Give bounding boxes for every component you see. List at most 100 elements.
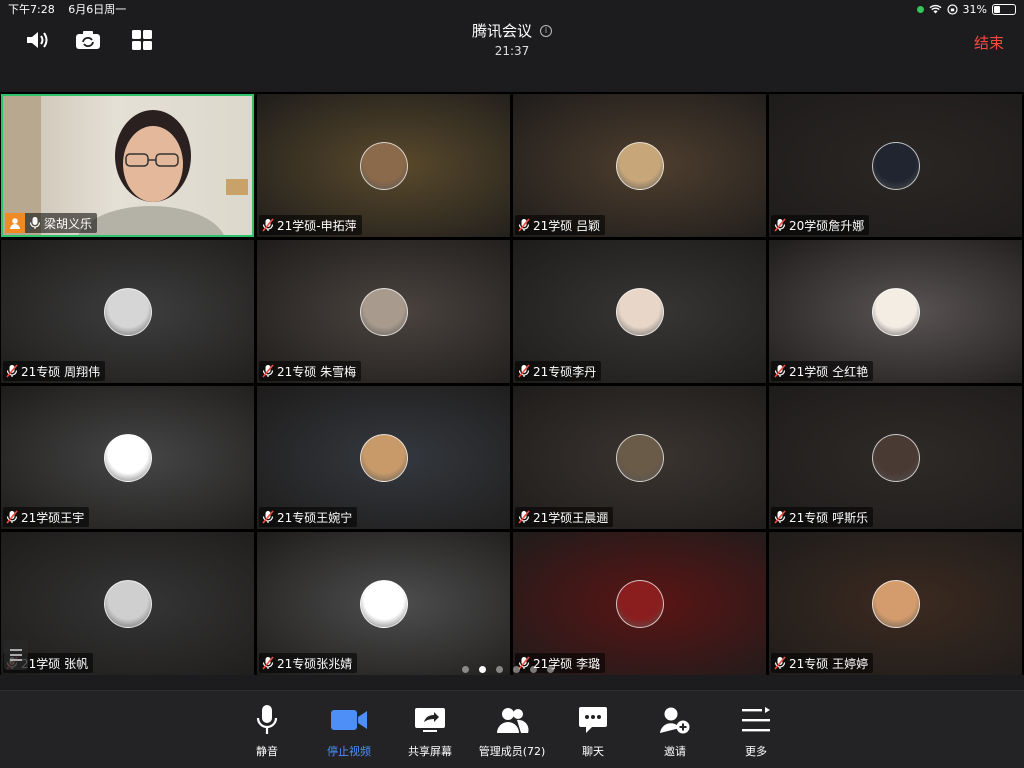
status-date: 6月6日周一	[68, 3, 127, 16]
host-icon	[5, 213, 25, 233]
video-grid: 梁胡义乐 21学硕-申拓萍 21学硕 吕颖 20学硕詹升娜 21专硕 周翔伟 21专硕 朱…	[0, 92, 1024, 675]
participant-name: 21学硕 仝红艳	[789, 364, 869, 379]
page-dot[interactable]	[496, 666, 503, 673]
toolbar-button[interactable]: 管理成员(72)	[467, 703, 557, 759]
toolbar-button-label: 停止视频	[327, 745, 371, 758]
status-bar: 下午7:28 6月6日周一 31%	[0, 0, 1024, 18]
participant-name-tag: 21专硕 王婷婷	[771, 653, 874, 673]
participant-name: 梁胡义乐	[44, 216, 93, 231]
page-dot[interactable]	[530, 666, 537, 673]
participant-tile[interactable]: 21专硕 呼斯乐	[769, 386, 1022, 529]
mic-muted-icon	[774, 510, 786, 524]
participant-avatar	[615, 579, 664, 628]
toolbar-button[interactable]: 聊天	[548, 703, 638, 759]
participant-name-tag: 21专硕 朱雪梅	[259, 361, 362, 381]
participant-name-tag: 20学硕詹升娜	[771, 215, 870, 235]
invite-icon	[630, 703, 720, 737]
page-dot[interactable]	[462, 666, 469, 673]
status-time: 下午7:28	[8, 3, 55, 16]
side-panel-handle[interactable]	[4, 640, 28, 670]
participant-name: 21专硕 呼斯乐	[789, 510, 869, 525]
meeting-title-block: 腾讯会议 i 21:37	[0, 20, 1024, 58]
toolbar-button[interactable]: 更多	[711, 703, 801, 759]
battery-icon	[992, 3, 1016, 15]
participant-name-tag: 梁胡义乐	[5, 213, 98, 233]
participant-name-tag: 21专硕张兆婧	[259, 653, 358, 673]
orientation-lock-icon	[946, 3, 958, 15]
participant-tile[interactable]: 21专硕张兆婧	[257, 532, 510, 675]
toolbar-button[interactable]: 共享屏幕	[385, 703, 475, 759]
participant-tile[interactable]: 21专硕 朱雪梅	[257, 240, 510, 383]
participant-avatar	[103, 433, 152, 482]
battery-level	[994, 5, 1001, 13]
meeting-header: 腾讯会议 i 21:37 结束	[0, 18, 1024, 64]
participant-name-tag: 21学硕-申拓萍	[259, 215, 362, 235]
participant-avatar	[871, 433, 920, 482]
meeting-title: 腾讯会议	[471, 22, 532, 40]
participant-tile[interactable]: 21专硕王婉宁	[257, 386, 510, 529]
mic-muted-icon	[774, 656, 786, 670]
participant-tile[interactable]: 21学硕 吕颖	[513, 94, 766, 237]
page-dot[interactable]	[513, 666, 520, 673]
participant-avatar	[871, 141, 920, 190]
participant-tile[interactable]: 21专硕 王婷婷	[769, 532, 1022, 675]
mic-muted-icon	[6, 510, 18, 524]
participant-tile[interactable]: 21学硕王晨逦	[513, 386, 766, 529]
participant-avatar	[359, 287, 408, 336]
participant-tile[interactable]: 21学硕-申拓萍	[257, 94, 510, 237]
participant-name-tag: 21专硕 周翔伟	[3, 361, 106, 381]
participant-tile[interactable]: 21学硕王宇	[1, 386, 254, 529]
toolbar-button-label: 更多	[745, 745, 767, 758]
participant-name: 20学硕詹升娜	[789, 218, 865, 233]
participant-avatar	[615, 141, 664, 190]
wifi-icon	[929, 4, 942, 14]
mic-muted-icon	[6, 364, 18, 378]
participant-tile[interactable]: 21学硕 张帆	[1, 532, 254, 675]
participant-name: 21专硕 朱雪梅	[277, 364, 357, 379]
toolbar-button[interactable]: 静音	[222, 703, 312, 759]
microphone-icon	[222, 703, 312, 737]
share-screen-icon	[385, 703, 475, 737]
participant-name-tag: 21专硕 呼斯乐	[771, 507, 874, 527]
page-indicator[interactable]	[462, 666, 554, 673]
meeting-timer: 21:37	[494, 44, 530, 58]
participant-tile[interactable]: 20学硕詹升娜	[769, 94, 1022, 237]
mic-muted-icon	[518, 218, 530, 232]
page-dot[interactable]	[547, 666, 554, 673]
chat-icon	[548, 703, 638, 737]
mic-muted-icon	[262, 656, 274, 670]
mic-muted-icon	[774, 364, 786, 378]
participant-tile[interactable]: 21学硕 仝红艳	[769, 240, 1022, 383]
mic-muted-icon	[262, 510, 274, 524]
participant-name: 21学硕王宇	[21, 510, 85, 525]
toolbar-button-label: 静音	[256, 745, 278, 758]
participant-avatar	[359, 579, 408, 628]
page-dot[interactable]	[479, 666, 486, 673]
bottom-toolbar: 静音 停止视频 共享屏幕 管理成员(72) 聊天 邀请 更多	[0, 690, 1024, 768]
participant-avatar	[359, 141, 408, 190]
more-icon	[711, 703, 801, 737]
participant-avatar	[103, 287, 152, 336]
participant-name-tag: 21专硕李丹	[515, 361, 602, 381]
participant-avatar	[103, 579, 152, 628]
toolbar-button-label: 邀请	[664, 745, 686, 758]
toolbar-button-label: 管理成员(72)	[478, 745, 546, 758]
mic-muted-icon	[262, 218, 274, 232]
participant-tile[interactable]: 21专硕李丹	[513, 240, 766, 383]
participant-name: 21学硕 吕颖	[533, 218, 601, 233]
participant-name: 21专硕王婉宁	[277, 510, 353, 525]
end-meeting-button[interactable]: 结束	[974, 32, 1004, 53]
mic-icon	[29, 216, 41, 230]
participant-avatar	[871, 579, 920, 628]
info-icon[interactable]: i	[540, 24, 552, 37]
camera-in-use-indicator	[916, 5, 924, 13]
mic-muted-icon	[774, 218, 786, 232]
members-icon	[467, 703, 557, 737]
participant-name-tag: 21学硕 仝红艳	[771, 361, 874, 381]
toolbar-button[interactable]: 邀请	[630, 703, 720, 759]
participant-tile[interactable]: 21专硕 周翔伟	[1, 240, 254, 383]
toolbar-button[interactable]: 停止视频	[304, 703, 394, 759]
participant-name: 21学硕王晨逦	[533, 510, 609, 525]
self-video-tile[interactable]: 梁胡义乐	[1, 94, 254, 237]
participant-tile[interactable]: 21学硕 李璐	[513, 532, 766, 675]
